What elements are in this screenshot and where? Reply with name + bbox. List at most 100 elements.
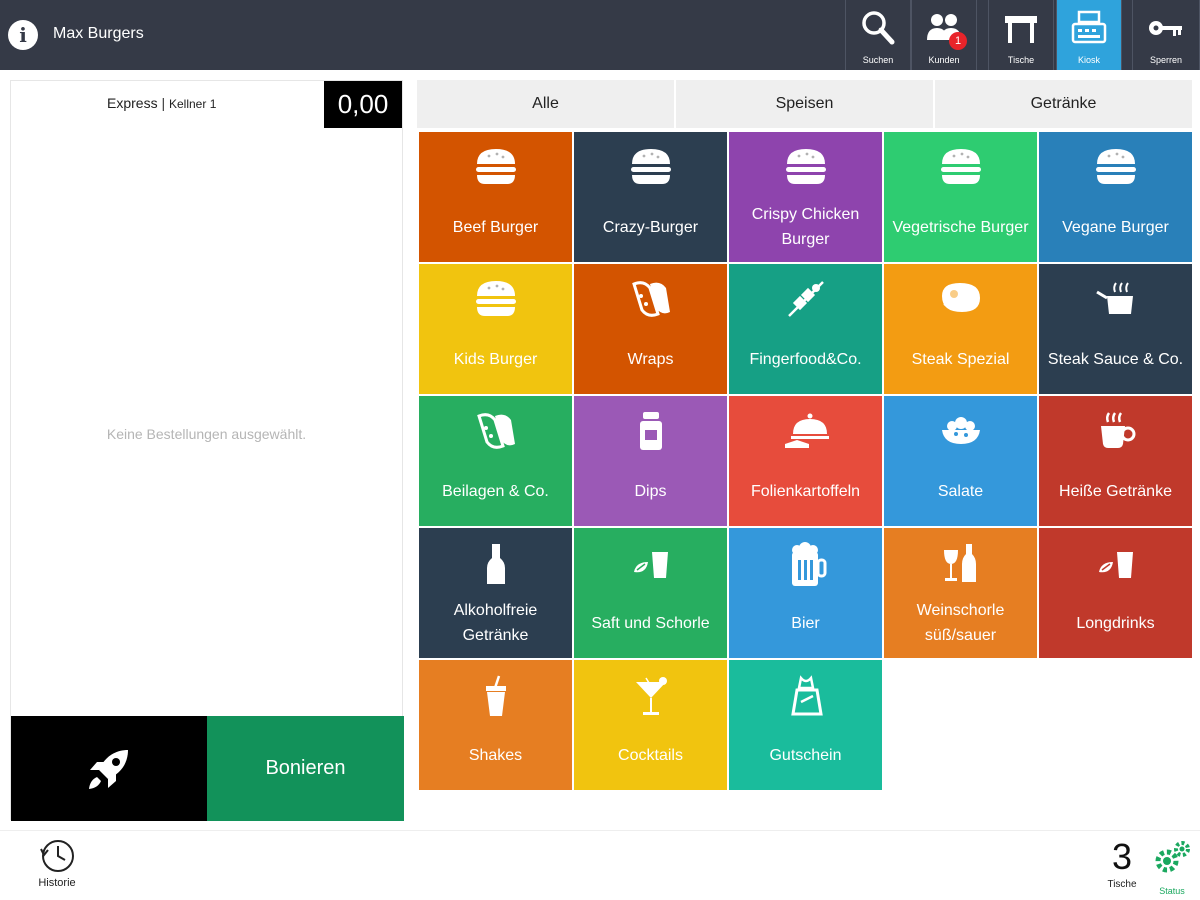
search-label: Suchen xyxy=(862,55,894,65)
tables-button[interactable]: Tische xyxy=(988,0,1054,70)
customers-button[interactable]: 1 Kunden xyxy=(911,0,977,70)
voucher-icon xyxy=(790,675,823,716)
tile-salate[interactable]: Salate xyxy=(884,396,1037,526)
status-button[interactable]: Status xyxy=(1150,839,1194,896)
bottom-bar: Historie 3 Tische Status xyxy=(0,830,1200,900)
tables-count: 3 xyxy=(1111,836,1133,877)
tile-label: Vegetrische Burger xyxy=(892,218,1029,236)
tile-label: Saft und Schorle xyxy=(591,614,710,632)
tab-speisen[interactable]: Speisen xyxy=(676,80,935,128)
tile-gutschein[interactable]: Gutschein xyxy=(729,660,882,790)
kiosk-button[interactable]: Kiosk xyxy=(1056,0,1122,70)
burger-icon xyxy=(785,149,826,184)
category-tabs: Alle Speisen Getränke xyxy=(417,80,1192,128)
tile-label: Crazy-Burger xyxy=(602,218,699,236)
history-button[interactable]: Historie xyxy=(32,837,82,889)
key-icon xyxy=(1149,21,1182,36)
saucepan-icon xyxy=(1095,282,1133,314)
rocket-icon xyxy=(89,750,128,789)
tile-vegane-burger[interactable]: Vegane Burger xyxy=(1039,132,1192,262)
tile-label: Steak Sauce & Co. xyxy=(1047,350,1184,368)
express-rocket-button[interactable] xyxy=(11,716,207,821)
tile-label: Vegane Burger xyxy=(1062,218,1169,236)
tab-alle[interactable]: Alle xyxy=(417,80,676,128)
tile-beilagen[interactable]: Beilagen & Co. xyxy=(419,396,572,526)
tile-saft-und-schorle[interactable]: Saft und Schorle xyxy=(574,528,727,658)
history-label: Historie xyxy=(38,877,76,889)
tile-steak-sauce[interactable]: Steak Sauce & Co. xyxy=(1039,264,1192,394)
tile-crazy-burger[interactable]: Crazy-Burger xyxy=(574,132,727,262)
tables-label: Tische xyxy=(1007,55,1035,65)
order-total: 0,00 xyxy=(324,81,402,128)
product-grid: Beef Burger Crazy-Burger Crispy Chicken … xyxy=(419,132,1194,790)
burger-icon xyxy=(940,149,981,184)
tile-alkoholfreie-getraenke[interactable]: Alkoholfreie Getränke xyxy=(419,528,572,658)
top-bar: i Max Burgers Suchen 1 Kunden Tische Kio… xyxy=(0,0,1200,70)
tile-wraps[interactable]: Wraps xyxy=(574,264,727,394)
kiosk-label: Kiosk xyxy=(1077,55,1100,65)
lock-button[interactable]: Sperren xyxy=(1132,0,1200,70)
juice-icon xyxy=(1098,552,1133,578)
cash-register-icon xyxy=(1071,10,1107,44)
cocktail-icon xyxy=(635,677,667,715)
app-title: Max Burgers xyxy=(53,25,144,42)
search-icon xyxy=(862,11,895,45)
tile-label: Steak Spezial xyxy=(911,350,1010,368)
tile-label: Crispy Chicken Burger xyxy=(751,206,860,248)
tile-label: Gutschein xyxy=(769,746,842,764)
table-icon xyxy=(1005,16,1037,43)
tile-label: Salate xyxy=(937,482,984,500)
tile-weinschorle[interactable]: Weinschorle süß/sauer xyxy=(884,528,1037,658)
juice-icon xyxy=(633,552,668,578)
tile-label: Longdrinks xyxy=(1076,614,1155,632)
shake-icon xyxy=(485,675,506,716)
burger-icon xyxy=(475,149,516,184)
tile-folienkartoffeln[interactable]: Folienkartoffeln xyxy=(729,396,882,526)
tile-label: Shakes xyxy=(468,746,523,764)
tile-label: Wraps xyxy=(627,350,674,368)
tile-kids-burger[interactable]: Kids Burger xyxy=(419,264,572,394)
burger-icon xyxy=(1095,149,1136,184)
burger-icon xyxy=(630,149,671,184)
info-icon[interactable]: i xyxy=(8,20,38,50)
tile-label: Bier xyxy=(791,614,820,632)
tile-crispy-chicken-burger[interactable]: Crispy Chicken Burger xyxy=(729,132,882,262)
tile-longdrinks[interactable]: Longdrinks xyxy=(1039,528,1192,658)
tile-label: Beilagen & Co. xyxy=(442,482,549,500)
salad-icon xyxy=(941,417,980,444)
tile-cocktails[interactable]: Cocktails xyxy=(574,660,727,790)
tile-shakes[interactable]: Shakes xyxy=(419,660,572,790)
empty-order-message: Keine Bestellungen ausgewählt. xyxy=(106,426,307,442)
tab-getraenke[interactable]: Getränke xyxy=(935,80,1192,128)
tile-label: Beef Burger xyxy=(452,218,539,236)
waiter-name: Kellner 1 xyxy=(169,97,217,111)
order-header: Express | Kellner 1 xyxy=(107,95,216,111)
burger-icon xyxy=(475,281,516,316)
search-button[interactable]: Suchen xyxy=(845,0,911,70)
order-panel: Express | Kellner 1 0,00 Keine Bestellun… xyxy=(10,80,404,821)
wrap-icon xyxy=(631,281,670,317)
beer-icon xyxy=(791,542,826,586)
steak-icon xyxy=(941,283,980,312)
bottle-icon xyxy=(486,544,505,584)
tile-label: Alkoholfreie Getränke xyxy=(453,602,538,644)
tile-dips[interactable]: Dips xyxy=(574,396,727,526)
tables-count-label: Tische xyxy=(1107,879,1137,890)
tables-counter[interactable]: 3 Tische xyxy=(1100,835,1144,890)
bonieren-button[interactable]: Bonieren xyxy=(207,716,404,821)
status-label: Status xyxy=(1159,886,1185,896)
tile-fingerfood[interactable]: Fingerfood&Co. xyxy=(729,264,882,394)
tile-label: Kids Burger xyxy=(453,350,538,368)
tile-heisse-getraenke[interactable]: Heiße Getränke xyxy=(1039,396,1192,526)
tile-label: Folienkartoffeln xyxy=(750,482,861,500)
wine-icon xyxy=(943,544,976,582)
tile-steak-spezial[interactable]: Steak Spezial xyxy=(884,264,1037,394)
tile-label: Weinschorle süß/sauer xyxy=(916,602,1005,644)
tile-bier[interactable]: Bier xyxy=(729,528,882,658)
tile-vegetrische-burger[interactable]: Vegetrische Burger xyxy=(884,132,1037,262)
tile-beef-burger[interactable]: Beef Burger xyxy=(419,132,572,262)
lock-label: Sperren xyxy=(1149,55,1183,65)
tile-label: Heiße Getränke xyxy=(1059,482,1172,500)
wrap-icon xyxy=(476,413,515,449)
customers-badge: 1 xyxy=(949,32,967,50)
